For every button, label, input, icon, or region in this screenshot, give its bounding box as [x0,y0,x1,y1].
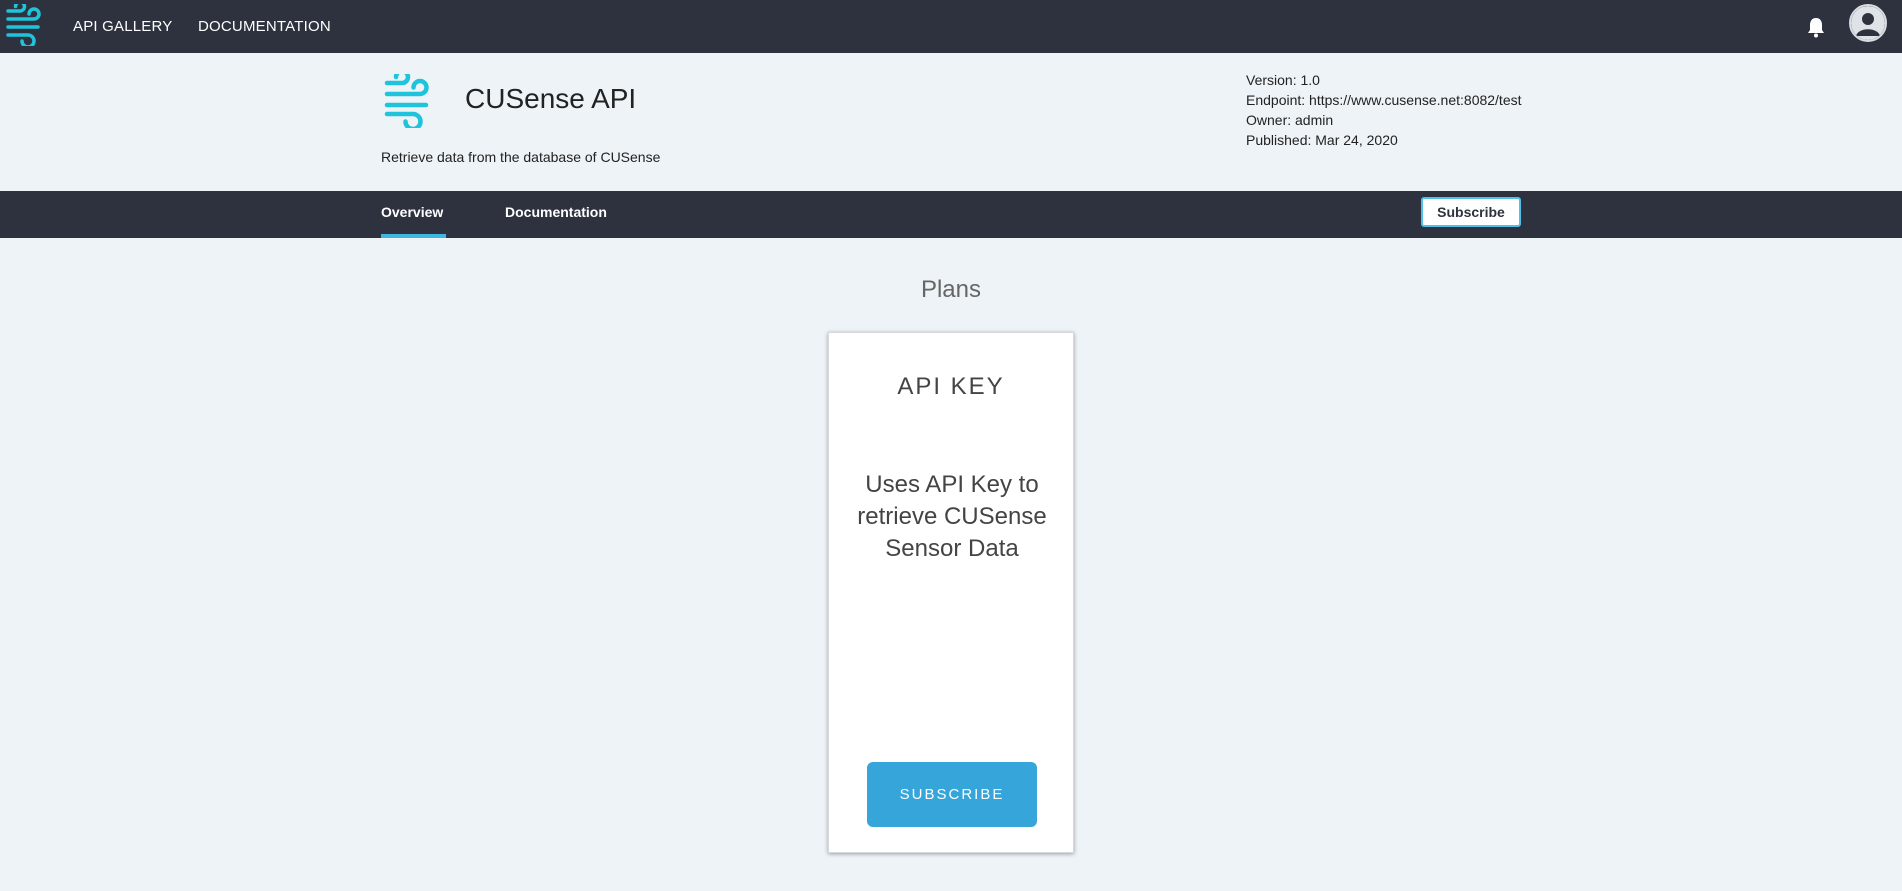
api-title: CUSense API [465,83,637,114]
api-description: Retrieve data from the database of CUSen… [381,149,661,165]
api-tabs-bar: Overview Documentation [0,191,1902,238]
nav-documentation[interactable]: DOCUMENTATION [198,18,331,35]
plan-description: Uses API Key to retrieve CUSense Sensor … [857,471,1047,562]
api-logo-icon [384,74,429,128]
tab-documentation[interactable]: Documentation [505,191,607,238]
top-navbar: API GALLERY DOCUMENTATION [0,0,1902,53]
api-version: Version: 1.0 [1246,72,1320,88]
api-published: Published: Mar 24, 2020 [1246,132,1398,148]
plan-card: API KEY Uses API Key to retrieve CUSense… [828,332,1074,853]
plans-heading: Plans [920,276,982,303]
user-avatar[interactable] [1849,4,1887,42]
api-owner: Owner: admin [1246,112,1334,128]
api-endpoint: Endpoint: https://www.cusense.net:8082/t… [1246,92,1522,108]
wind-icon[interactable] [6,4,48,46]
api-meta: Version: 1.0 Endpoint: https://www.cusen… [1246,70,1522,150]
plan-subscribe-button[interactable]: SUBSCRIBE [867,762,1037,827]
subscribe-button[interactable]: Subscribe [1421,197,1521,227]
bell-icon[interactable] [1806,16,1826,38]
nav-api-gallery[interactable]: API GALLERY [73,18,172,35]
api-header [0,53,1902,191]
tab-overview[interactable]: Overview [381,191,446,238]
user-icon [1851,6,1885,40]
plan-title: API KEY [897,373,1005,400]
